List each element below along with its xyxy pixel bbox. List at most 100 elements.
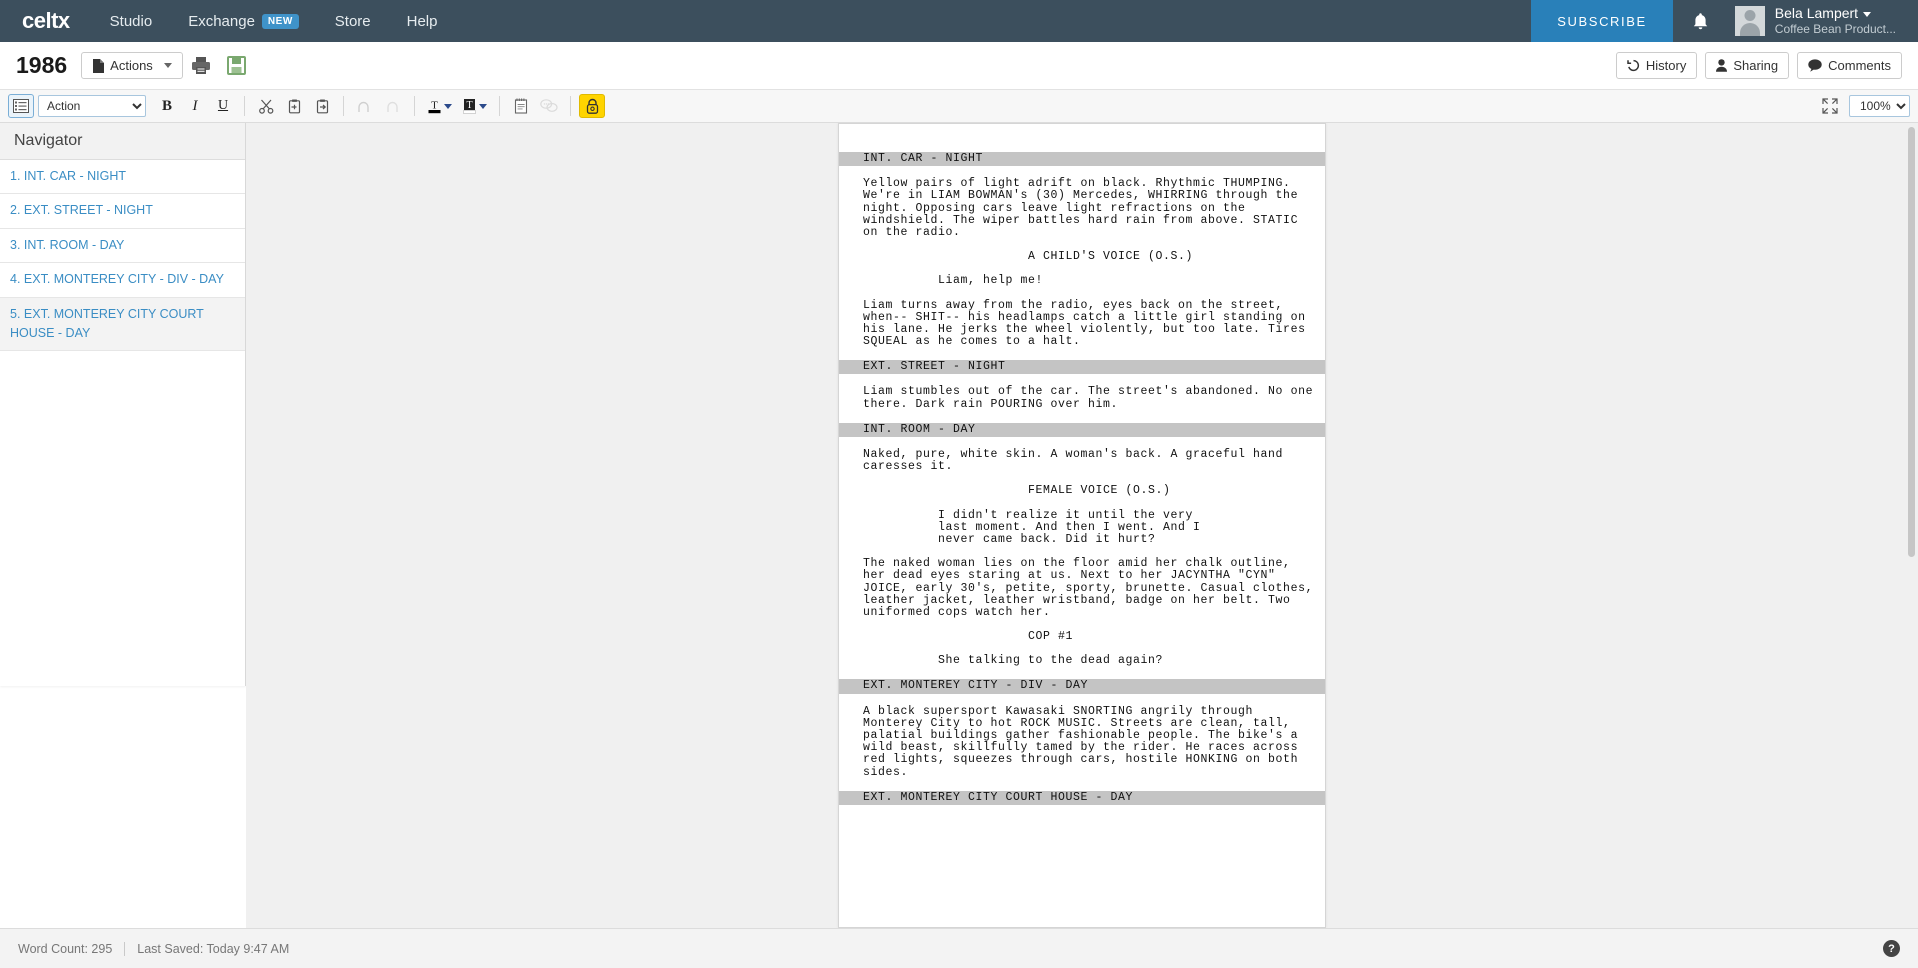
notes-button[interactable] [508, 94, 534, 118]
expand-fullscreen-icon [1822, 98, 1838, 114]
action-block[interactable]: Naked, pure, white skin. A woman's back.… [863, 448, 1301, 473]
chevron-down-icon [444, 103, 452, 109]
element-type-select[interactable]: Action [38, 95, 146, 117]
undo-button[interactable] [352, 94, 378, 118]
fullscreen-button[interactable] [1817, 94, 1843, 118]
history-button[interactable]: History [1615, 52, 1698, 79]
action-block[interactable]: Liam turns away from the radio, eyes bac… [863, 299, 1305, 349]
italic-label: I [192, 97, 198, 114]
notepad-icon [514, 98, 528, 114]
paste-button[interactable] [309, 94, 335, 118]
dialogue-block[interactable]: I didn't realize it until the very last … [863, 509, 1301, 547]
page-title: 1986 [16, 52, 68, 78]
navigator-panel-icon [13, 99, 29, 113]
nav-link-studio[interactable]: Studio [92, 0, 171, 42]
text-color-button[interactable]: T [423, 94, 456, 118]
sidebar-item-scene-2[interactable]: 2. EXT. STREET - NIGHT [0, 194, 245, 229]
new-badge: NEW [261, 13, 299, 29]
sidebar-item-scene-4[interactable]: 4. EXT. MONTEREY CITY - DIV - DAY [0, 263, 245, 298]
underline-label: U [217, 98, 229, 113]
zoom-level-select[interactable]: 100% [1849, 95, 1910, 117]
script-blank-line [863, 779, 1301, 791]
lock-button[interactable] [579, 94, 605, 118]
nav-link-help[interactable]: Help [389, 0, 456, 42]
editor-scrollbar-thumb[interactable] [1908, 127, 1915, 557]
redo-arrow-icon [385, 100, 401, 113]
bold-button[interactable]: B [154, 94, 180, 118]
lock-icon [585, 98, 600, 114]
status-bar: Word Count: 295 Last Saved: Today 9:47 A… [0, 928, 1918, 968]
action-line: JOICE, early 30's, petite, sporty, brune… [863, 581, 1314, 595]
dialogue-block[interactable]: She talking to the dead again? [863, 655, 1301, 667]
character-cue[interactable]: COP #1 [863, 630, 1301, 643]
action-line: We're in LIAM BOWMAN's (30) Mercedes, WH… [863, 189, 1299, 203]
last-saved: Last Saved: Today 9:47 AM [137, 941, 290, 956]
character-cue[interactable]: FEMALE VOICE (O.S.) [863, 485, 1301, 497]
script-page[interactable]: INT. CAR - NIGHT Yellow pairs of light ad… [838, 123, 1326, 928]
script-editor-area[interactable]: INT. CAR - NIGHT Yellow pairs of light ad… [246, 123, 1918, 928]
user-name: Bela Lampert [1775, 5, 1896, 23]
character-cue[interactable]: A CHILD'S VOICE (O.S.) [863, 250, 1301, 263]
copy-button[interactable] [281, 94, 307, 118]
action-block[interactable]: A black supersport Kawasaki SNORTING ang… [863, 704, 1301, 779]
action-line: A black supersport Kawasaki SNORTING ang… [863, 704, 1254, 718]
action-line: sides. [863, 765, 909, 779]
sidebar-item-scene-5[interactable]: 5. EXT. MONTEREY CITY COURT HOUSE - DAY [0, 297, 245, 352]
actions-button[interactable]: Actions [81, 52, 183, 79]
add-comment-button[interactable] [536, 94, 562, 118]
toolbar-divider [414, 96, 415, 116]
dialogue-line: Liam, help me! [863, 274, 1044, 288]
navigator-toggle-button[interactable] [8, 94, 34, 118]
action-block[interactable]: The naked woman lies on the floor amid h… [863, 557, 1314, 619]
notifications-button[interactable] [1673, 0, 1729, 42]
action-line: on the radio. [863, 225, 961, 239]
user-account-menu[interactable]: Bela Lampert Coffee Bean Product... [1729, 0, 1918, 42]
script-content[interactable]: INT. CAR - NIGHT Yellow pairs of light ad… [839, 152, 1325, 805]
redo-button[interactable] [380, 94, 406, 118]
undo-arrow-icon [357, 100, 373, 113]
script-blank-line [863, 348, 1301, 360]
scene-heading[interactable]: EXT. STREET - NIGHT [839, 360, 1325, 375]
action-block[interactable]: Liam stumbles out of the car. The street… [863, 386, 1312, 411]
script-blank-line [863, 694, 1301, 706]
script-blank-line [863, 411, 1301, 423]
avatar [1734, 6, 1765, 36]
subscribe-button[interactable]: SUBSCRIBE [1531, 0, 1673, 42]
format-toolbar: Action B I U T T 100% [0, 90, 1918, 123]
underline-button[interactable]: U [210, 94, 236, 118]
scene-heading[interactable]: INT. CAR - NIGHT [839, 152, 1325, 167]
text-color-icon: T [427, 98, 442, 115]
help-button[interactable]: ? [1883, 940, 1900, 957]
scene-heading[interactable]: INT. ROOM - DAY [839, 422, 1325, 437]
sidebar-item-scene-1[interactable]: 1. INT. CAR - NIGHT [0, 160, 245, 195]
action-line: her dead eyes staring at us. Next to her… [863, 569, 1276, 583]
print-button[interactable] [183, 52, 219, 79]
comments-button[interactable]: Comments [1797, 52, 1902, 79]
action-block[interactable]: Yellow pairs of light adrift on black. R… [863, 177, 1301, 239]
action-line: uniformed cops watch her. [863, 605, 1051, 619]
save-button[interactable] [219, 52, 254, 79]
highlight-color-button[interactable]: T [458, 94, 491, 118]
sharing-button[interactable]: Sharing [1705, 52, 1790, 79]
user-name-text: Bela Lampert [1774, 4, 1859, 21]
action-line: there. Dark rain POURING over him. [863, 397, 1119, 411]
nav-link-exchange[interactable]: Exchange NEW [170, 0, 317, 42]
dialogue-block[interactable]: Liam, help me! [863, 275, 1301, 287]
editor-scrollbar[interactable] [1908, 127, 1916, 928]
italic-button[interactable]: I [182, 94, 208, 118]
history-button-label: History [1645, 58, 1687, 73]
scene-heading[interactable]: EXT. MONTEREY CITY - DIV - DAY [839, 679, 1325, 694]
top-nav-right-group: SUBSCRIBE Bela Lampert Coffee Bean Produ… [1531, 0, 1918, 42]
user-info: Bela Lampert Coffee Bean Product... [1775, 5, 1896, 38]
nav-link-store[interactable]: Store [317, 0, 389, 42]
celtx-logo[interactable]: celtx [0, 0, 92, 42]
script-blank-line [863, 288, 1301, 300]
scene-heading[interactable]: EXT. MONTEREY CITY COURT HOUSE - DAY [839, 790, 1325, 805]
cut-button[interactable] [253, 94, 279, 118]
script-blank-line [863, 498, 1301, 510]
person-icon [1716, 59, 1728, 72]
sidebar-item-scene-3[interactable]: 3. INT. ROOM - DAY [0, 229, 245, 264]
actions-button-label: Actions [110, 58, 153, 73]
dialogue-line: never came back. Did it hurt? [863, 532, 1156, 546]
chevron-down-icon [163, 63, 172, 68]
